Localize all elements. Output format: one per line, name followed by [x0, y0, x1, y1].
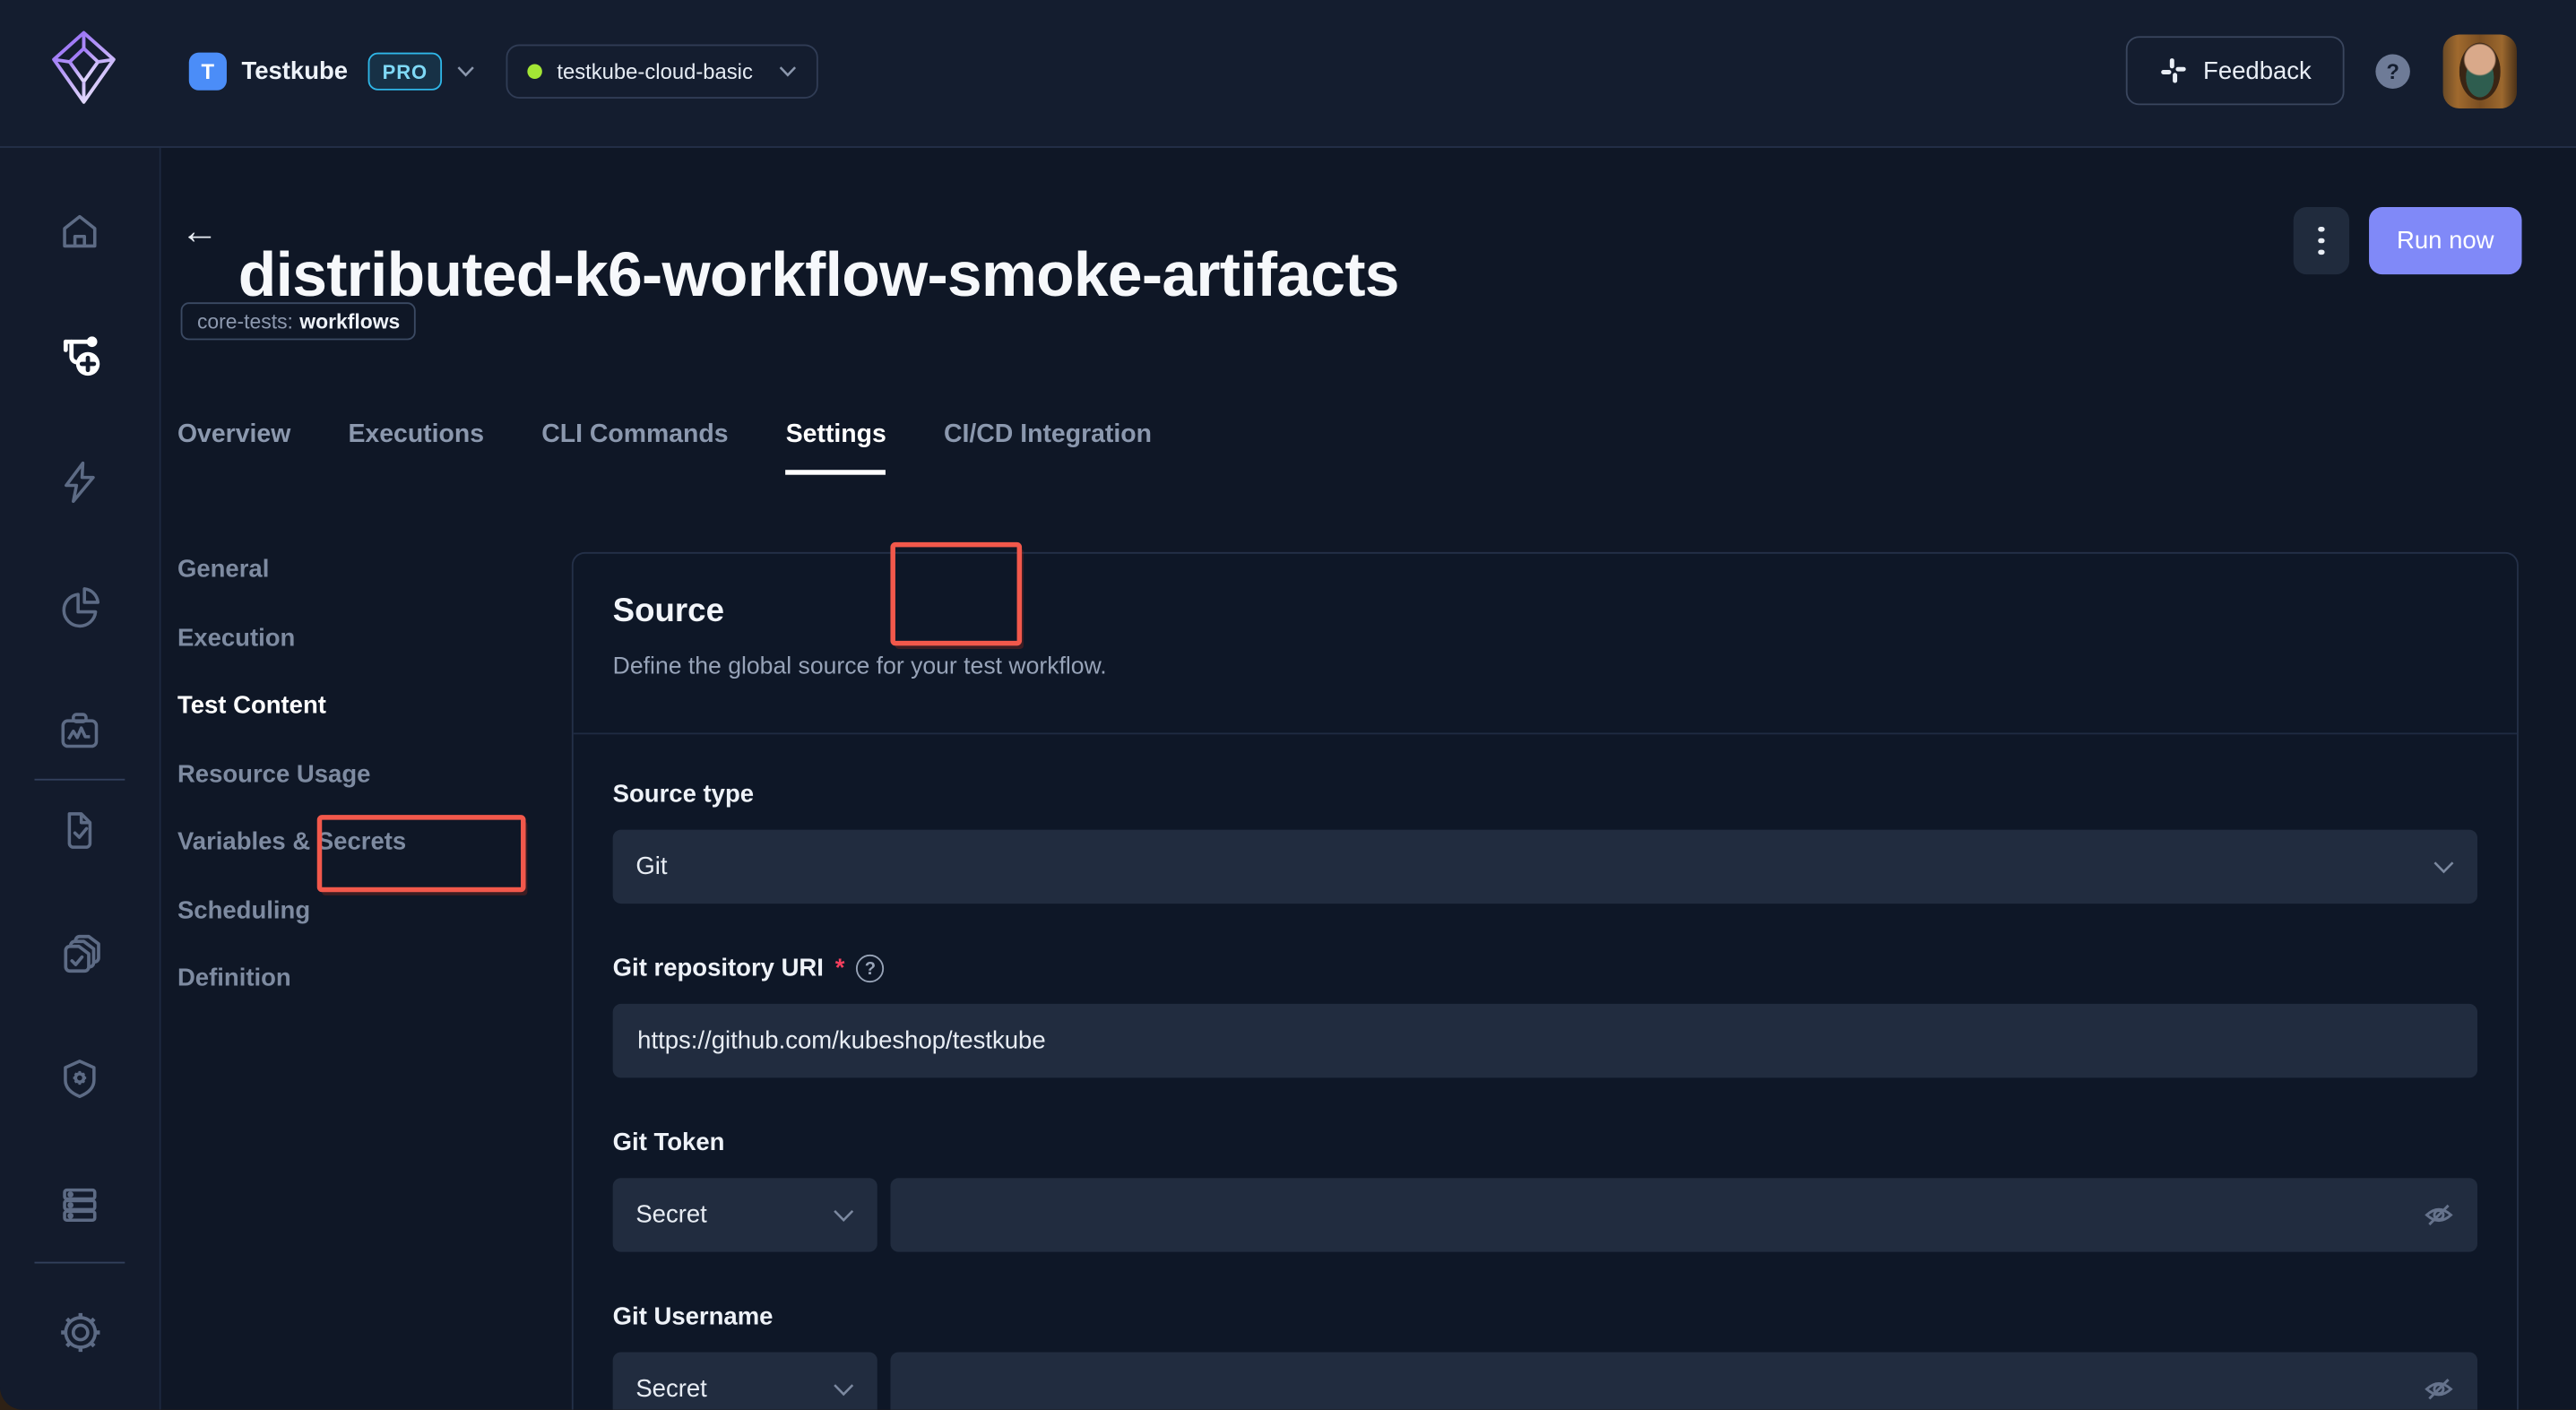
source-panel: Source Define the global source for your…: [571, 551, 2519, 1410]
subnav-definition[interactable]: Definition: [177, 961, 406, 997]
tab-settings[interactable]: Settings: [785, 420, 887, 475]
user-avatar[interactable]: [2442, 34, 2518, 108]
git-token-field: Git Token Secret: [612, 1129, 2478, 1252]
security-shield-icon[interactable]: [54, 1055, 107, 1104]
more-actions-button[interactable]: [2293, 206, 2350, 275]
git-token-label: Git Token: [612, 1129, 725, 1157]
source-type-value: Git: [635, 852, 668, 881]
subnav-execution[interactable]: Execution: [177, 620, 406, 656]
kebab-dot: [2318, 249, 2325, 255]
subnav-general[interactable]: General: [177, 552, 406, 588]
sidebar: [0, 147, 161, 1410]
organization-switcher[interactable]: T Testkube PRO: [188, 52, 475, 91]
chevron-down-icon: [457, 65, 475, 77]
question-circle-icon[interactable]: ?: [856, 954, 885, 983]
workflow-tabs: Overview Executions CLI Commands Setting…: [177, 420, 1152, 475]
sidebar-divider: [34, 1261, 125, 1264]
source-panel-header: Source Define the global source for your…: [573, 554, 2518, 735]
subnav-variables-secrets[interactable]: Variables & Secrets: [177, 825, 406, 861]
environment-select[interactable]: testkube-cloud-basic: [506, 44, 818, 99]
git-token-input-wrap: [890, 1178, 2478, 1252]
home-icon[interactable]: [54, 207, 107, 256]
eye-off-icon[interactable]: [2424, 1199, 2455, 1231]
org-name: Testkube: [241, 57, 349, 86]
run-now-button[interactable]: Run now: [2369, 206, 2522, 275]
eye-off-icon[interactable]: [2424, 1373, 2455, 1405]
source-panel-description: Define the global source for your test w…: [612, 653, 1107, 680]
kebab-dot: [2318, 238, 2325, 244]
git-username-input-wrap: [890, 1352, 2478, 1410]
testkube-logo[interactable]: [46, 28, 121, 107]
label-chip-value: workflows: [299, 309, 401, 333]
env-name: testkube-cloud-basic: [557, 58, 753, 84]
git-repository-uri-label: Git repository URI * ?: [613, 954, 2477, 983]
chevron-down-icon: [833, 1208, 854, 1222]
plan-badge: PRO: [367, 52, 443, 91]
definitions-stack-icon[interactable]: [54, 930, 107, 979]
page-title: distributed-k6-workflow-smoke-artifacts: [238, 242, 1400, 312]
required-marker: *: [834, 954, 845, 983]
git-username-mode-value: Secret: [635, 1375, 707, 1404]
subnav-test-content[interactable]: Test Content: [177, 688, 406, 724]
git-token-input[interactable]: [890, 1178, 2478, 1252]
main-content: ← distributed-k6-workflow-smoke-artifact…: [160, 147, 2576, 1410]
chevron-down-icon: [833, 1382, 854, 1396]
create-workflow-icon[interactable]: [54, 332, 107, 381]
tab-executions[interactable]: Executions: [348, 420, 484, 454]
app-window: T Testkube PRO testkube-cloud-basic Feed…: [0, 0, 2576, 1410]
source-type-select[interactable]: Git: [612, 829, 2478, 904]
monitors-activity-icon[interactable]: [54, 706, 107, 756]
git-repository-uri-field: Git repository URI * ?: [612, 954, 2478, 1078]
git-repository-uri-input[interactable]: [612, 1003, 2478, 1078]
git-username-label: Git Username: [612, 1302, 774, 1331]
kebab-dot: [2318, 226, 2325, 232]
env-status-dot: [527, 64, 542, 79]
back-button[interactable]: ←: [181, 212, 219, 249]
top-bar: T Testkube PRO testkube-cloud-basic Feed…: [0, 0, 2576, 148]
source-type-field: Source type Git: [612, 780, 2478, 904]
feedback-label: Feedback: [2203, 56, 2312, 85]
servers-rack-icon[interactable]: [54, 1180, 107, 1229]
triggers-lightning-icon[interactable]: [54, 457, 107, 506]
settings-subnav: General Execution Test Content Resource …: [177, 552, 406, 1029]
git-username-field: Git Username Secret: [612, 1302, 2478, 1410]
git-token-mode-value: Secret: [635, 1200, 707, 1230]
org-avatar: T: [188, 52, 227, 91]
subnav-scheduling[interactable]: Scheduling: [177, 893, 406, 929]
label-chip-key: core-tests:: [196, 309, 293, 333]
tab-cli-commands[interactable]: CLI Commands: [541, 420, 728, 454]
insights-pie-icon[interactable]: [54, 582, 107, 631]
git-username-input[interactable]: [890, 1352, 2478, 1410]
source-panel-body: Source type Git Git repository URI * ? h…: [574, 734, 2517, 1410]
tab-cicd-integration[interactable]: CI/CD Integration: [944, 420, 1152, 454]
settings-gear-icon[interactable]: [54, 1308, 107, 1357]
sidebar-divider: [34, 778, 125, 781]
git-username-mode-select[interactable]: Secret: [612, 1352, 877, 1410]
help-icon[interactable]: ?: [2375, 54, 2410, 89]
slack-icon: [2159, 56, 2189, 85]
subnav-resource-usage[interactable]: Resource Usage: [177, 757, 406, 792]
test-document-icon[interactable]: [54, 805, 107, 854]
chevron-down-icon: [2433, 861, 2455, 874]
tab-overview[interactable]: Overview: [177, 420, 290, 454]
git-token-mode-select[interactable]: Secret: [612, 1178, 877, 1252]
source-panel-title: Source: [612, 593, 724, 630]
source-type-label: Source type: [612, 780, 755, 809]
chevron-down-icon: [779, 65, 797, 77]
label-chip[interactable]: core-tests: workflows: [180, 302, 417, 341]
feedback-button[interactable]: Feedback: [2125, 36, 2345, 106]
